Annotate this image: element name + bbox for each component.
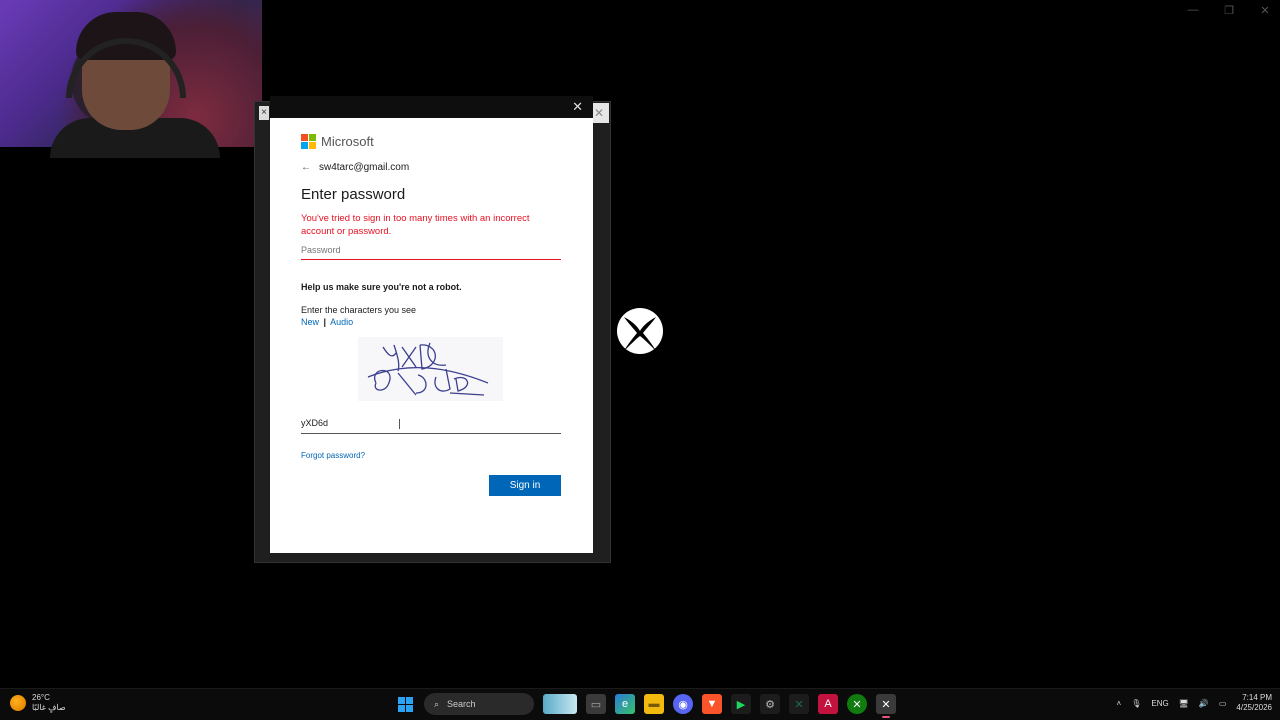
weather-widget[interactable]: 26°C صافٍ غالبًا <box>10 693 66 713</box>
minimize-icon[interactable]: — <box>1186 4 1200 17</box>
file-explorer-icon[interactable]: ▬ <box>644 694 664 714</box>
weather-icon <box>10 695 26 711</box>
brand-square <box>301 142 308 149</box>
error-message: You've tried to sign in too many times w… <box>301 213 530 237</box>
speaker-icon[interactable]: 🔊 <box>1199 699 1209 708</box>
language-indicator[interactable]: ENG <box>1151 699 1168 708</box>
captcha-input-value: yXD6d <box>301 418 329 428</box>
excel-icon[interactable]: ✕ <box>789 694 809 714</box>
microsoft-squares-icon <box>301 134 316 149</box>
captcha-input[interactable]: yXD6d <box>301 415 561 434</box>
signin-dialog: ✕ Microsoft ← sw4tarc@gmail.com Enter pa… <box>270 96 593 553</box>
search-icon: ⌕ <box>434 698 440 709</box>
webcam-overlay <box>0 0 262 158</box>
taskbar-apps: ⌕ Search ▭ e ▬ ◉ ▼ ▶ ⚙ ✕ A ✕ ✕ <box>395 693 896 718</box>
task-view-icon[interactable]: ▭ <box>586 694 606 714</box>
xbox-logo-icon <box>617 308 663 354</box>
close-icon[interactable]: ✕ <box>1258 4 1272 17</box>
weather-temp: 26°C <box>32 693 50 702</box>
network-icon[interactable]: 🖥 <box>1179 699 1189 708</box>
desktop: — ❐ ✕ × ✕ ✕ Microsoft ← sw4tarc@gmail.co… <box>0 0 1280 688</box>
system-tray: ˄ 🎙 ENG 🖥 🔊 ▭ 7:14 PM 4/25/2026 <box>1117 693 1272 713</box>
brave-icon[interactable]: ▼ <box>702 694 722 714</box>
chevron-up-icon[interactable]: ˄ <box>1117 699 1122 708</box>
discord-icon[interactable]: ◉ <box>673 694 693 714</box>
robot-heading: Help us make sure you're not a robot. <box>301 282 462 292</box>
page-title: Enter password <box>301 186 406 203</box>
brand-square <box>301 134 308 141</box>
dialog-titlebar: ✕ <box>270 96 593 118</box>
email-label: sw4tarc@gmail.com <box>319 162 410 173</box>
xbox-signin-app-icon[interactable]: ✕ <box>876 694 896 718</box>
link-separator: | <box>323 317 327 327</box>
back-arrow-icon[interactable]: ← <box>301 162 311 173</box>
start-button-icon[interactable] <box>395 694 415 714</box>
identity-row[interactable]: ← sw4tarc@gmail.com <box>301 162 561 173</box>
restore-icon[interactable]: ❐ <box>1222 4 1236 17</box>
brand-name: Microsoft <box>321 134 374 149</box>
media-player-icon[interactable]: ▶ <box>731 694 751 714</box>
window-controls: — ❐ ✕ <box>1186 4 1272 17</box>
captcha-new-link[interactable]: New <box>301 317 319 327</box>
signin-button[interactable]: Sign in <box>489 475 561 496</box>
forgot-password-link[interactable]: Forgot password? <box>301 451 561 460</box>
brand-square <box>309 134 316 141</box>
ghost-close-icon: × <box>259 106 269 120</box>
microsoft-logo: Microsoft <box>301 134 561 149</box>
weather-desc: صافٍ غالبًا <box>32 703 66 712</box>
adobe-icon[interactable]: A <box>818 694 838 714</box>
microphone-icon[interactable]: 🎙 <box>1131 699 1141 708</box>
clock-time: 7:14 PM <box>1242 693 1272 702</box>
dialog-close-button[interactable]: ✕ <box>572 99 583 115</box>
xbox-app-icon[interactable]: ✕ <box>847 694 867 714</box>
captcha-links: New | Audio <box>301 317 561 327</box>
clock[interactable]: 7:14 PM 4/25/2026 <box>1236 693 1272 713</box>
clock-date: 4/25/2026 <box>1236 703 1272 712</box>
captcha-prompt: Enter the characters you see <box>301 305 417 315</box>
steam-icon[interactable]: ⚙ <box>760 694 780 714</box>
captcha-image <box>358 337 503 401</box>
battery-icon[interactable]: ▭ <box>1219 699 1227 708</box>
password-field[interactable]: Password <box>301 243 561 260</box>
taskbar: 26°C صافٍ غالبًا ⌕ Search ▭ e ▬ ◉ ▼ ▶ ⚙ … <box>0 688 1280 720</box>
brand-square <box>309 142 316 149</box>
text-cursor-icon <box>399 419 400 429</box>
edge-icon[interactable]: e <box>615 694 635 714</box>
captcha-audio-link[interactable]: Audio <box>330 317 353 327</box>
search-label: Search <box>447 699 476 709</box>
widgets-icon[interactable] <box>543 694 577 714</box>
captcha-glyphs-icon <box>367 342 489 396</box>
taskbar-search[interactable]: ⌕ Search <box>424 693 534 715</box>
